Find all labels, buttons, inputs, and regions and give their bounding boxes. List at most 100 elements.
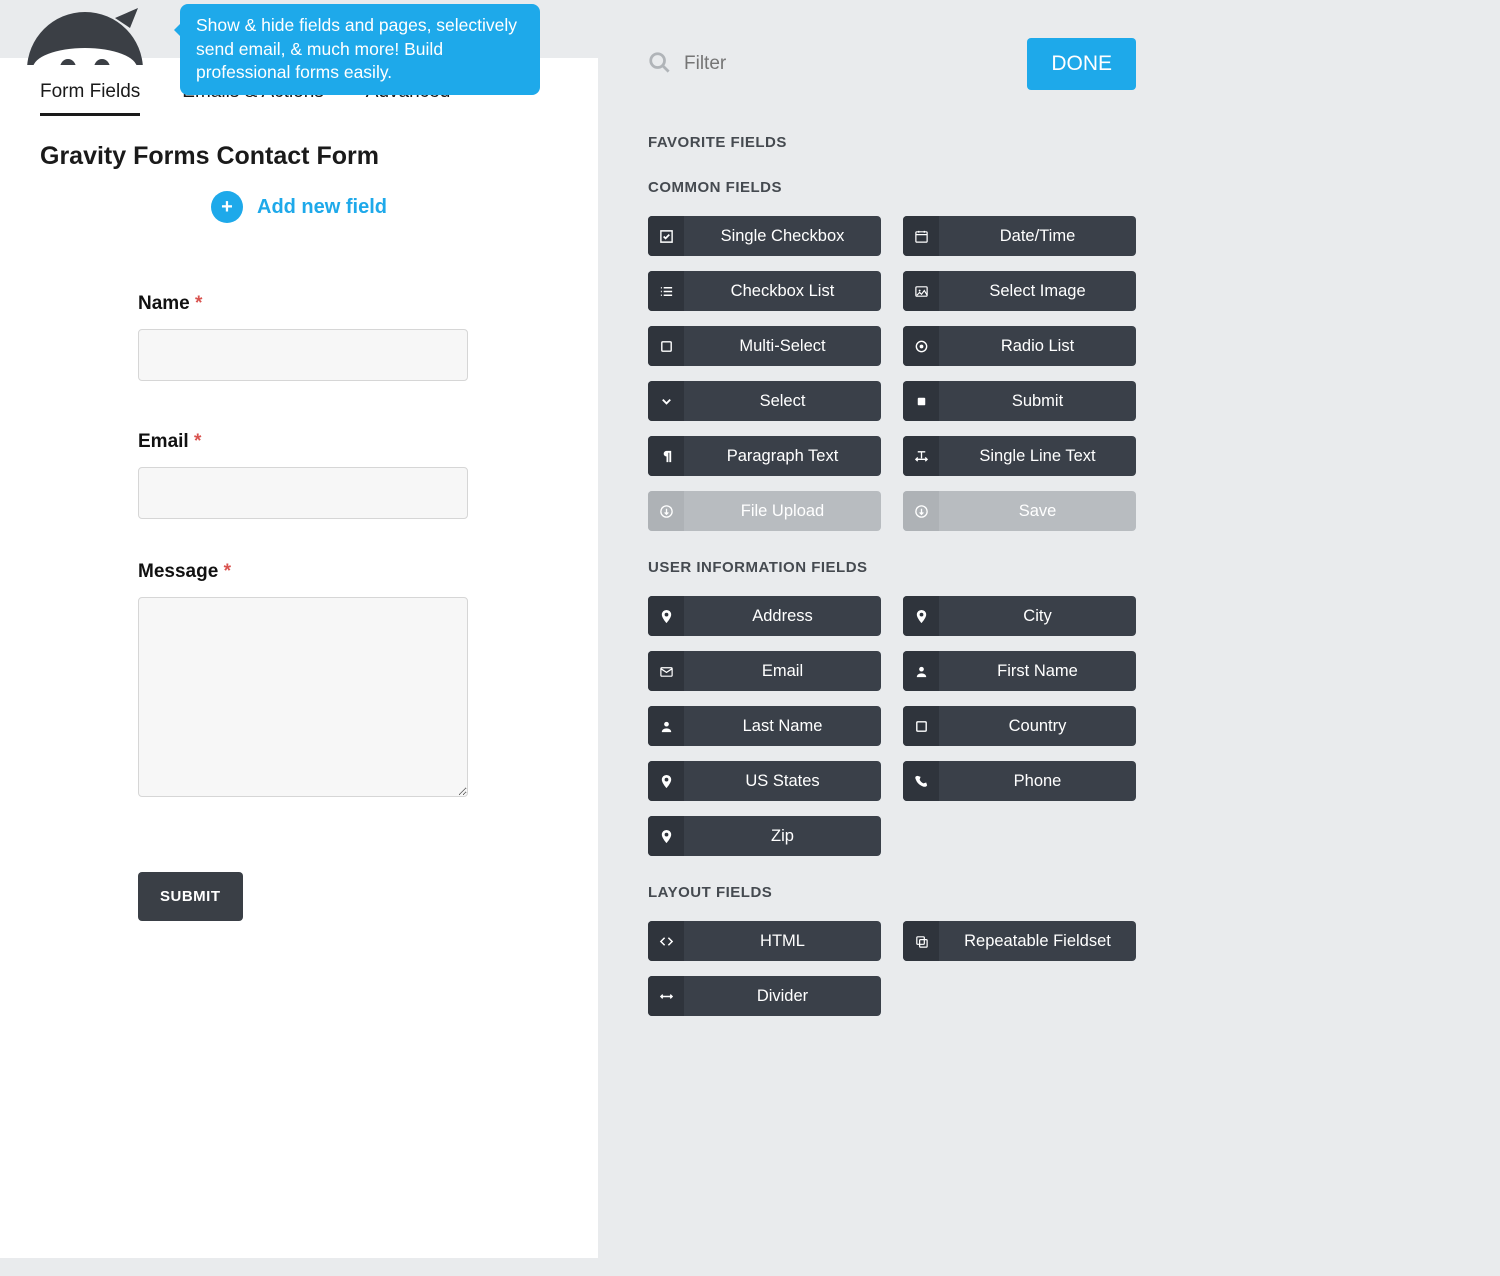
map-marker-icon: [648, 761, 684, 801]
chevron-down-icon: [648, 381, 684, 421]
field-type-label: Select Image: [939, 271, 1136, 311]
field-type-submit[interactable]: Submit: [903, 381, 1136, 421]
field-type-address[interactable]: Address: [648, 596, 881, 636]
tab-form-fields[interactable]: Form Fields: [40, 81, 140, 116]
arrows-h-icon: [648, 976, 684, 1016]
name-label: Name *: [138, 293, 468, 315]
map-marker-icon: [648, 816, 684, 856]
field-type-paragraph-text[interactable]: Paragraph Text: [648, 436, 881, 476]
field-type-radio-list[interactable]: Radio List: [903, 326, 1136, 366]
email-input[interactable]: [138, 467, 468, 519]
ninja-logo: [20, 0, 150, 65]
field-type-label: Last Name: [684, 706, 881, 746]
field-type-label: First Name: [939, 651, 1136, 691]
image-icon: [903, 271, 939, 311]
filter-box: [648, 51, 884, 78]
field-type-label: Date/Time: [939, 216, 1136, 256]
field-type-label: US States: [684, 761, 881, 801]
circle-arrow-icon: [903, 491, 939, 531]
circle-arrow-icon: [648, 491, 684, 531]
field-message[interactable]: Message *: [138, 561, 468, 802]
name-input[interactable]: [138, 329, 468, 381]
user-icon: [648, 706, 684, 746]
field-type-label: Multi-Select: [684, 326, 881, 366]
field-type-city[interactable]: City: [903, 596, 1136, 636]
field-type-zip[interactable]: Zip: [648, 816, 881, 856]
form-preview: Name * Email * Message * SUBMIT: [40, 293, 558, 921]
field-type-label: Checkbox List: [684, 271, 881, 311]
field-type-file-upload: File Upload: [648, 491, 881, 531]
square-filled-icon: [903, 381, 939, 421]
text-width-icon: [903, 436, 939, 476]
form-title: Gravity Forms Contact Form: [40, 142, 558, 171]
section-user: USER INFORMATION FIELDS: [648, 559, 1136, 576]
field-type-label: Paragraph Text: [684, 436, 881, 476]
field-type-label: Zip: [684, 816, 881, 856]
field-type-phone[interactable]: Phone: [903, 761, 1136, 801]
section-common: COMMON FIELDS: [648, 179, 1136, 196]
user-fields-grid: Address City Email First Name Last Name Count…: [648, 596, 1136, 856]
message-input[interactable]: [138, 597, 468, 797]
paragraph-icon: [648, 436, 684, 476]
user-icon: [903, 651, 939, 691]
layout-fields-grid: HTML Repeatable Fieldset Divider: [648, 921, 1136, 1016]
field-type-label: Single Checkbox: [684, 216, 881, 256]
field-name[interactable]: Name *: [138, 293, 468, 381]
check-square-icon: [648, 216, 684, 256]
field-type-label: Country: [939, 706, 1136, 746]
section-favorite: FAVORITE FIELDS: [648, 134, 1136, 151]
square-icon: [648, 326, 684, 366]
field-type-date-time[interactable]: Date/Time: [903, 216, 1136, 256]
field-type-country[interactable]: Country: [903, 706, 1136, 746]
promo-tooltip: Show & hide fields and pages, selectivel…: [180, 4, 540, 95]
field-type-label: Select: [684, 381, 881, 421]
field-type-multi-select[interactable]: Multi-Select: [648, 326, 881, 366]
field-type-us-states[interactable]: US States: [648, 761, 881, 801]
field-type-save: Save: [903, 491, 1136, 531]
field-type-label: City: [939, 596, 1136, 636]
map-marker-icon: [903, 596, 939, 636]
field-type-email[interactable]: Email: [648, 651, 881, 691]
field-type-label: Email: [684, 651, 881, 691]
filter-input[interactable]: [684, 53, 884, 75]
field-type-single-line-text[interactable]: Single Line Text: [903, 436, 1136, 476]
add-new-field-button[interactable]: + Add new field: [40, 191, 558, 223]
field-type-label: Save: [939, 491, 1136, 531]
field-type-last-name[interactable]: Last Name: [648, 706, 881, 746]
field-email[interactable]: Email *: [138, 431, 468, 519]
code-icon: [648, 921, 684, 961]
submit-button[interactable]: SUBMIT: [138, 872, 243, 921]
done-button[interactable]: DONE: [1027, 38, 1136, 90]
add-new-field-label: Add new field: [257, 196, 387, 219]
field-type-divider[interactable]: Divider: [648, 976, 881, 1016]
field-type-label: Radio List: [939, 326, 1136, 366]
field-type-label: File Upload: [684, 491, 881, 531]
app-root: Show & hide fields and pages, selectivel…: [0, 0, 1184, 1276]
field-type-html[interactable]: HTML: [648, 921, 881, 961]
field-type-label: Submit: [939, 381, 1136, 421]
field-type-select-image[interactable]: Select Image: [903, 271, 1136, 311]
field-type-first-name[interactable]: First Name: [903, 651, 1136, 691]
left-panel: Show & hide fields and pages, selectivel…: [0, 0, 598, 1276]
calendar-icon: [903, 216, 939, 256]
search-icon: [648, 51, 670, 78]
field-type-label: Repeatable Fieldset: [939, 921, 1136, 961]
phone-icon: [903, 761, 939, 801]
field-type-select[interactable]: Select: [648, 381, 881, 421]
section-layout: LAYOUT FIELDS: [648, 884, 1136, 901]
field-type-repeatable-fieldset[interactable]: Repeatable Fieldset: [903, 921, 1136, 961]
envelope-icon: [648, 651, 684, 691]
field-type-single-checkbox[interactable]: Single Checkbox: [648, 216, 881, 256]
form-builder-card: Form Fields Emails & Actions Advanced Gr…: [0, 58, 598, 1258]
field-type-label: Phone: [939, 761, 1136, 801]
copy-icon: [903, 921, 939, 961]
right-header: DONE: [648, 38, 1136, 90]
common-fields-grid: Single Checkbox Date/Time Checkbox List Sel…: [648, 216, 1136, 531]
field-type-label: Single Line Text: [939, 436, 1136, 476]
field-type-label: HTML: [684, 921, 881, 961]
dot-circle-icon: [903, 326, 939, 366]
field-type-checkbox-list[interactable]: Checkbox List: [648, 271, 881, 311]
map-marker-icon: [648, 596, 684, 636]
email-label: Email *: [138, 431, 468, 453]
right-panel: DONE FAVORITE FIELDS COMMON FIELDS Singl…: [598, 0, 1184, 1276]
